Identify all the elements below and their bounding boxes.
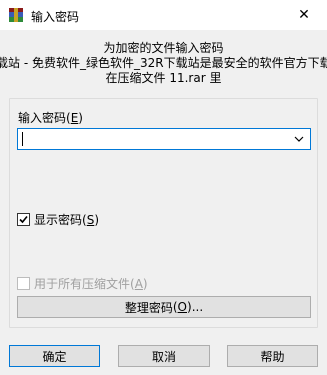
window-title: 输入密码 xyxy=(31,10,80,24)
password-accel: (E) xyxy=(66,111,83,125)
info-prompt: 为加密的文件输入密码 xyxy=(103,41,224,55)
use-for-all-archives-checkbox[interactable]: 用于所有压缩文件(A) xyxy=(17,275,148,292)
info-archive-name: 在压缩文件 11.rar 里 xyxy=(105,71,222,85)
use-for-all-label: 用于所有压缩文件(A) xyxy=(34,277,148,291)
show-password-label: 显示密码(S) xyxy=(34,213,100,227)
ok-button[interactable]: 确定 xyxy=(9,345,100,367)
chevron-down-icon[interactable] xyxy=(291,131,307,147)
help-button[interactable]: 帮助 xyxy=(227,345,318,367)
password-label: 输入密码(E) xyxy=(18,111,83,125)
close-icon: ✕ xyxy=(298,7,310,23)
password-input[interactable] xyxy=(17,128,311,150)
close-button[interactable]: ✕ xyxy=(281,0,327,30)
text-caret xyxy=(22,132,23,146)
winrar-icon xyxy=(8,7,24,23)
info-archive-comment: 载站 - 免费软件_绿色软件_32R下载站是最安全的软件官方下载 xyxy=(0,56,327,70)
checkbox-checked-icon[interactable] xyxy=(17,213,30,226)
cancel-button[interactable]: 取消 xyxy=(118,345,210,367)
title-bar: 输入密码 ✕ xyxy=(0,0,327,30)
checkbox-unchecked-icon[interactable] xyxy=(17,277,30,290)
show-password-checkbox[interactable]: 显示密码(S) xyxy=(17,211,99,228)
organize-passwords-button[interactable]: 整理密码 (O)... xyxy=(17,296,311,318)
